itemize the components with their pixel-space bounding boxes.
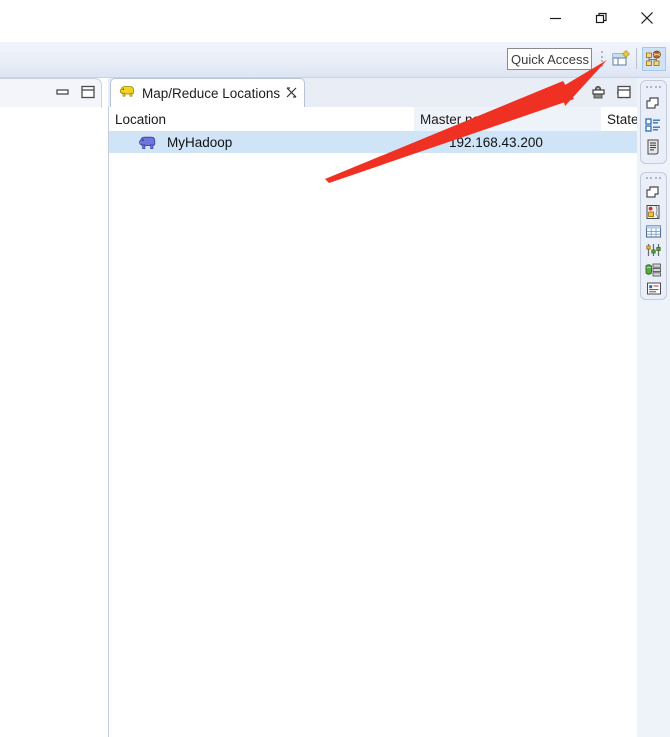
left-panel-body: [0, 107, 101, 737]
view-maximize-button[interactable]: [617, 85, 631, 99]
toolbar-separator: [636, 48, 637, 69]
properties-icon[interactable]: [643, 241, 665, 259]
table-view-icon[interactable]: [643, 222, 665, 240]
cell-location: MyHadoop: [137, 131, 232, 153]
project-explorer-icon[interactable]: [643, 114, 665, 135]
view-window-buttons: [592, 85, 631, 99]
table-row[interactable]: MyHadoop 192.168.43.200: [109, 131, 638, 153]
table-header-row: Location Master node State: [109, 107, 639, 131]
outline-icon[interactable]: [643, 136, 665, 157]
tab-map-reduce-locations[interactable]: Map/Reduce Locations: [110, 78, 306, 107]
left-panel-maximize-button[interactable]: [81, 85, 95, 99]
left-panel-minimize-button[interactable]: [56, 85, 70, 99]
column-header-location[interactable]: Location: [109, 107, 414, 131]
rail-group-2-grip[interactable]: [646, 176, 661, 180]
cell-master-node: 192.168.43.200: [449, 134, 543, 150]
window-title-bar: [0, 0, 670, 42]
toolbar-grip[interactable]: [599, 48, 604, 70]
view-tab-bar: Map/Reduce Locations: [108, 78, 637, 107]
column-header-master-node[interactable]: Master node: [414, 107, 601, 131]
application-window: Quick Access Map/Reduce Locations Locati…: [0, 0, 670, 737]
rail-group-1: [640, 80, 667, 164]
window-controls: [532, 0, 670, 42]
rail-group-1-grip[interactable]: [646, 84, 661, 89]
left-panel-view-buttons: [56, 85, 95, 99]
right-icon-rail: [637, 78, 670, 737]
tab-close-icon[interactable]: [286, 86, 297, 100]
tab-label: Map/Reduce Locations: [142, 85, 281, 101]
locations-table: Location Master node State MyHadoop 192.…: [108, 107, 639, 737]
restore-icon[interactable]: [643, 92, 665, 113]
console-icon[interactable]: [643, 280, 665, 298]
blue-elephant-icon: [137, 134, 159, 150]
open-perspective-button[interactable]: [609, 47, 633, 71]
map-reduce-locations-view: Map/Reduce Locations Location Master nod…: [108, 78, 639, 737]
map-reduce-perspective-button[interactable]: [642, 47, 666, 71]
servers-icon[interactable]: [643, 260, 665, 278]
cell-location-text: MyHadoop: [167, 134, 233, 150]
rail-group-2: [640, 172, 667, 300]
restore-icon[interactable]: [643, 183, 665, 201]
view-minimize-button[interactable]: [592, 85, 606, 99]
quick-access-input[interactable]: Quick Access: [507, 48, 592, 70]
column-header-state[interactable]: State: [601, 107, 639, 131]
window-close-button[interactable]: [624, 0, 670, 36]
yellow-elephant-icon: [119, 84, 136, 103]
window-restore-button[interactable]: [578, 0, 624, 36]
left-panel-stub: [0, 78, 102, 108]
window-minimize-button[interactable]: [532, 0, 578, 36]
map-reduce-locations-icon[interactable]: [643, 203, 665, 221]
